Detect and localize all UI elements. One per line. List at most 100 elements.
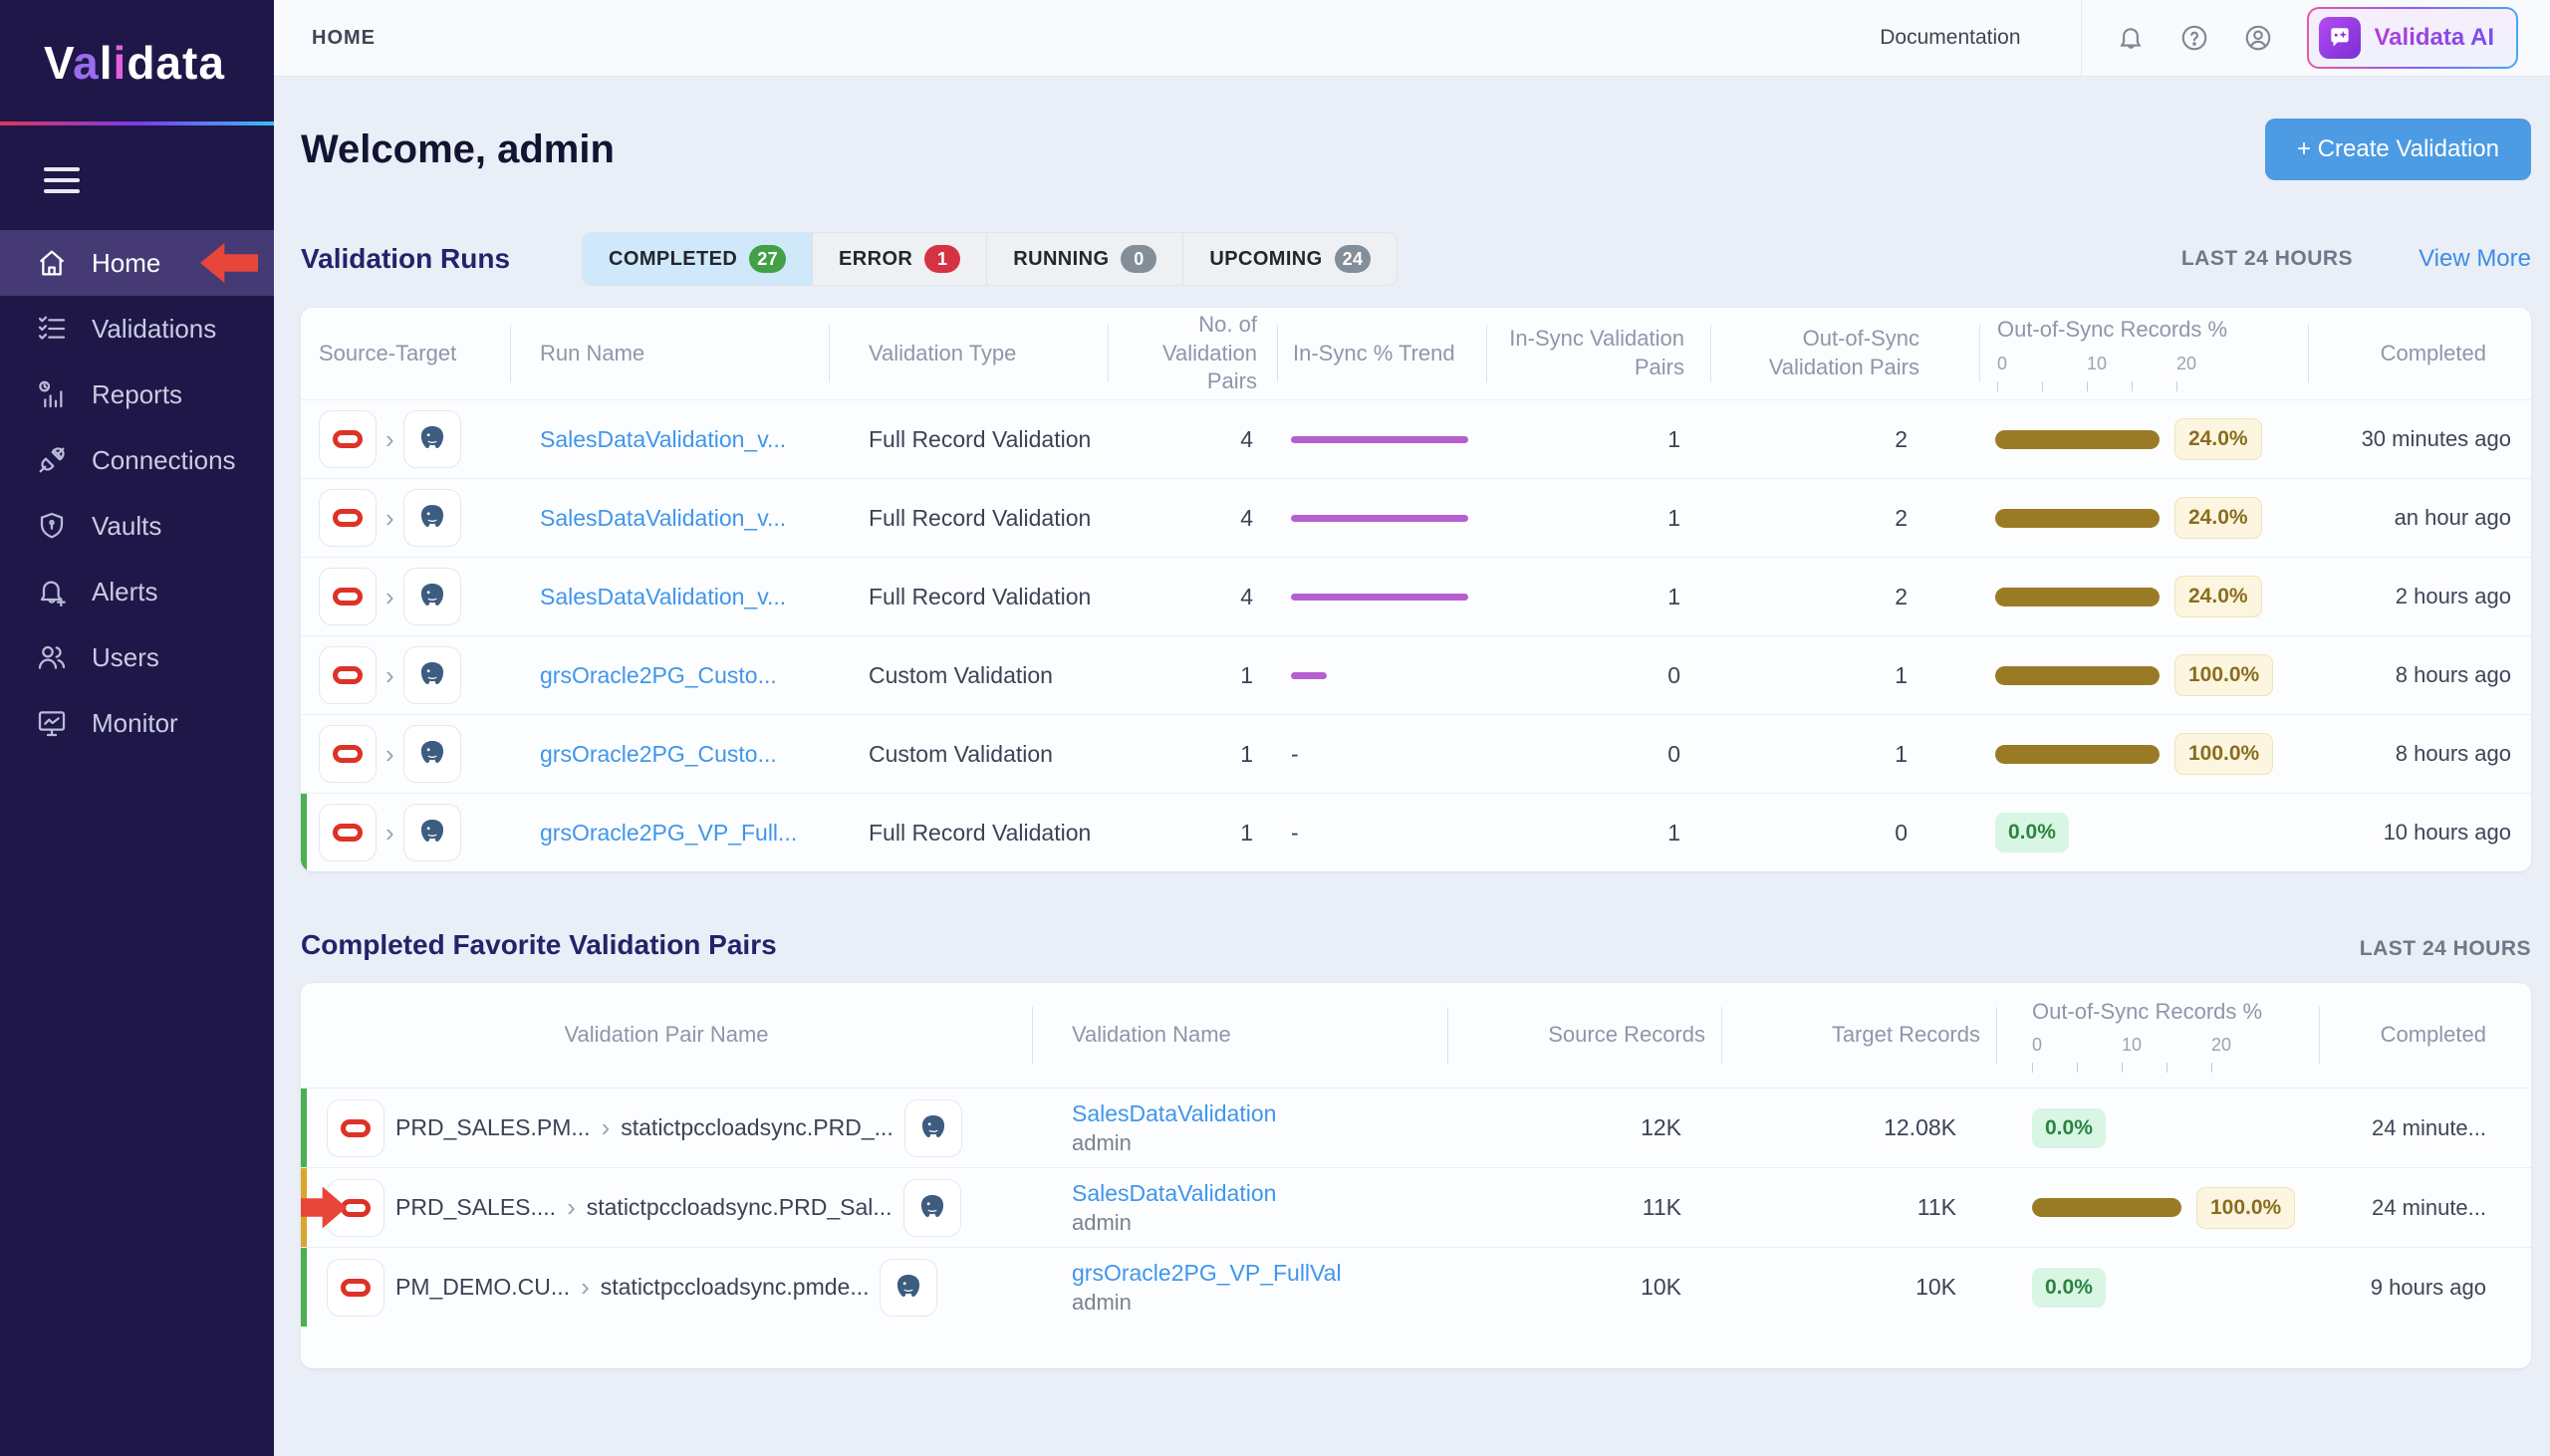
validation-run-row[interactable]: › grsOracle2PG_Custo... Custom Validatio… — [301, 714, 2531, 793]
run-name-link[interactable]: grsOracle2PG_Custo... — [540, 741, 777, 768]
sidebar-item-reports[interactable]: Reports — [0, 362, 274, 427]
oracle-icon — [319, 410, 377, 468]
favorite-pair-row[interactable]: PM_DEMO.CU... › statictpccloadsync.pmde.… — [301, 1247, 2531, 1327]
sidebar-item-validations[interactable]: Validations — [0, 296, 274, 362]
chevron-right-icon: › — [385, 818, 394, 849]
run-name-link[interactable]: grsOracle2PG_VP_Full... — [540, 820, 797, 847]
favorite-pair-row[interactable]: PRD_SALES.... › statictpccloadsync.PRD_S… — [301, 1167, 2531, 1247]
tab-error[interactable]: ERROR 1 — [812, 233, 986, 285]
validation-pairs-cell: 1 — [1108, 741, 1277, 768]
target-records-cell: 10K — [1721, 1274, 1996, 1301]
run-name-link[interactable]: SalesDataValidation_v... — [540, 505, 786, 532]
column-header: Source Records — [1447, 983, 1721, 1088]
validation-run-row[interactable]: › SalesDataValidation_v... Full Record V… — [301, 399, 2531, 478]
out-of-sync-bar — [1995, 745, 2160, 764]
validation-run-row[interactable]: › SalesDataValidation_v... Full Record V… — [301, 557, 2531, 635]
home-pointer-arrow — [200, 243, 258, 283]
column-header: Completed — [2308, 308, 2531, 399]
postgres-icon — [403, 646, 461, 704]
shield-icon — [36, 510, 68, 542]
out-of-sync-bar — [1995, 509, 2160, 528]
target-pair-name: statictpccloadsync.PRD_... — [621, 1114, 893, 1141]
validation-run-row[interactable]: › SalesDataValidation_v... Full Record V… — [301, 478, 2531, 557]
oracle-icon — [319, 489, 377, 547]
tab-completed[interactable]: COMPLETED 27 — [583, 233, 812, 285]
trend-empty: - — [1291, 741, 1299, 768]
completed-cell: 8 hours ago — [2308, 662, 2531, 688]
column-header-records-scale: Out-of-Sync Records % 01020 — [1996, 983, 2319, 1088]
validata-ai-button[interactable]: Validata AI — [2307, 7, 2519, 69]
completed-cell: 8 hours ago — [2308, 741, 2531, 767]
content: Welcome, admin + Create Validation Valid… — [274, 77, 2550, 1456]
source-records-cell: 11K — [1447, 1194, 1721, 1221]
column-header: Out-of-Sync Validation Pairs — [1710, 308, 1979, 399]
sidebar-item-home[interactable]: Home — [0, 230, 274, 296]
sidebar-item-label: Validations — [92, 314, 216, 345]
validation-pairs-cell: 4 — [1108, 505, 1277, 532]
in-sync-trend-cell: - — [1277, 672, 1486, 679]
validation-runs-table: Source-Target Run Name Validation Type N… — [301, 308, 2531, 871]
in-sync-pairs-cell: 1 — [1486, 426, 1710, 453]
view-more-link[interactable]: View More — [2419, 245, 2531, 273]
column-header: No. of Validation Pairs — [1108, 308, 1277, 399]
favorite-pair-row[interactable]: PRD_SALES.PM... › statictpccloadsync.PRD… — [301, 1088, 2531, 1167]
completed-cell: an hour ago — [2308, 505, 2531, 531]
validation-name-link[interactable]: grsOracle2PG_VP_FullVal — [1072, 1260, 1342, 1287]
target-records-cell: 11K — [1721, 1194, 1996, 1221]
validation-pairs-cell: 4 — [1108, 426, 1277, 453]
completed-cell: 24 minute... — [2319, 1115, 2531, 1141]
user-account-icon[interactable] — [2243, 23, 2273, 53]
validation-name-link[interactable]: SalesDataValidation — [1072, 1180, 1276, 1207]
scale-ticks — [1997, 381, 2292, 391]
notifications-bell-icon[interactable] — [2116, 23, 2146, 53]
hamburger-menu-icon[interactable] — [44, 167, 80, 200]
runs-table-body: › SalesDataValidation_v... Full Record V… — [301, 399, 2531, 871]
sidebar-item-vaults[interactable]: Vaults — [0, 493, 274, 559]
report-chart-icon — [36, 378, 68, 410]
sidebar-item-connections[interactable]: Connections — [0, 427, 274, 493]
tab-upcoming[interactable]: UPCOMING 24 — [1182, 233, 1397, 285]
target-pair-name: statictpccloadsync.pmde... — [601, 1274, 870, 1301]
sidebar-item-label: Alerts — [92, 577, 157, 607]
validation-run-row[interactable]: › grsOracle2PG_VP_Full... Full Record Va… — [301, 793, 2531, 871]
tab-running[interactable]: RUNNING 0 — [986, 233, 1182, 285]
validation-name-link[interactable]: SalesDataValidation — [1072, 1100, 1276, 1127]
create-validation-button[interactable]: + Create Validation — [2265, 119, 2531, 180]
help-icon[interactable] — [2179, 23, 2209, 53]
sidebar-item-monitor[interactable]: Monitor — [0, 690, 274, 756]
bell-plus-icon — [36, 576, 68, 607]
sidebar-item-alerts[interactable]: Alerts — [0, 559, 274, 624]
run-name-link[interactable]: SalesDataValidation_v... — [540, 584, 786, 610]
in-sync-pairs-cell: 1 — [1486, 584, 1710, 610]
source-pair-name: PRD_SALES.... — [395, 1194, 556, 1221]
breadcrumb: HOME — [312, 27, 376, 50]
scale-ticks — [2032, 1063, 2303, 1073]
ai-button-label: Validata AI — [2375, 24, 2495, 52]
validation-owner: admin — [1072, 1130, 1132, 1156]
run-name-link[interactable]: SalesDataValidation_v... — [540, 426, 786, 453]
sidebar-item-label: Users — [92, 642, 159, 673]
tab-label: ERROR — [839, 248, 912, 271]
out-of-sync-records-cell: 24.0% — [1979, 418, 2308, 460]
out-of-sync-pairs-cell: 2 — [1710, 584, 1979, 610]
documentation-link[interactable]: Documentation — [1880, 26, 2020, 50]
postgres-icon — [403, 489, 461, 547]
records-pct-badge: 24.0% — [2174, 576, 2262, 617]
out-of-sync-records-cell: 0.0% — [1996, 1268, 2319, 1308]
out-of-sync-records-cell: 24.0% — [1979, 497, 2308, 539]
postgres-icon — [403, 568, 461, 625]
trend-line — [1291, 672, 1327, 679]
run-name-link[interactable]: grsOracle2PG_Custo... — [540, 662, 777, 689]
sidebar-item-users[interactable]: Users — [0, 624, 274, 690]
in-sync-pairs-cell: 1 — [1486, 820, 1710, 847]
period-label: LAST 24 HOURS — [2181, 247, 2353, 271]
oracle-icon — [327, 1099, 384, 1157]
oracle-icon — [319, 804, 377, 861]
records-pct-badge: 100.0% — [2196, 1187, 2295, 1229]
records-pct-badge: 24.0% — [2174, 418, 2262, 460]
validation-type-cell: Full Record Validation — [829, 426, 1108, 453]
tab-label: RUNNING — [1013, 248, 1109, 271]
favorites-table-body: PRD_SALES.PM... › statictpccloadsync.PRD… — [301, 1088, 2531, 1327]
validation-run-row[interactable]: › grsOracle2PG_Custo... Custom Validatio… — [301, 635, 2531, 714]
out-of-sync-bar — [1995, 666, 2160, 685]
